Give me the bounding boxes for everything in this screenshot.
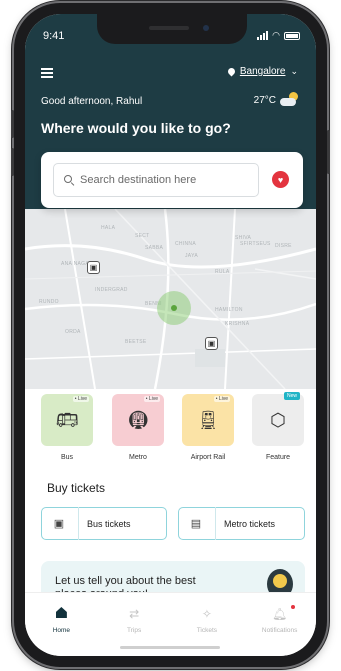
- trips-icon: ⇄: [129, 607, 140, 621]
- home-icon: [33, 607, 89, 621]
- current-location-marker: [157, 291, 191, 325]
- volume-up-button: [11, 110, 14, 138]
- metro-tickets-button[interactable]: ▤ Metro tickets: [178, 507, 305, 540]
- metro-tickets-label: Metro tickets: [224, 518, 276, 529]
- location-pin-icon: [226, 66, 237, 77]
- map-label: SABBA: [145, 245, 164, 251]
- mode-metro[interactable]: • Live 🚇︎ Metro: [112, 394, 164, 461]
- map-label: RULA: [215, 269, 230, 275]
- mode-tile: New ⬡: [252, 392, 304, 446]
- bus-tickets-button[interactable]: ▣ Bus tickets: [41, 507, 167, 540]
- map-label: INDERGRAD: [95, 287, 128, 293]
- mode-bus[interactable]: • Live 🚌︎ Bus: [41, 394, 93, 461]
- volume-down-button: [11, 148, 14, 176]
- feature-box-icon: ⬡: [270, 409, 286, 430]
- chevron-down-icon: ⌄: [290, 66, 298, 76]
- tickets-icon: ✧: [201, 607, 212, 621]
- map-view[interactable]: HALA SECT CHINNA SHIVA SFIRTSEUS SABBA J…: [25, 209, 316, 389]
- map-label: BEETSE: [125, 339, 147, 345]
- map-label: HALA: [101, 225, 116, 231]
- speaker-grille: [149, 26, 189, 30]
- live-badge: • Live: [143, 396, 160, 402]
- live-badge: • Live: [213, 396, 230, 402]
- mode-label: Metro: [129, 454, 147, 461]
- tab-label: Trips: [127, 627, 142, 634]
- power-button: [327, 130, 330, 174]
- live-badge: • Live: [72, 396, 89, 402]
- temperature: 27°C: [253, 94, 276, 106]
- map-label: SECT: [135, 233, 150, 239]
- bus-stop-marker[interactable]: ▣: [205, 337, 218, 350]
- mode-feature[interactable]: New ⬡ Feature: [252, 392, 304, 461]
- bus-stop-marker[interactable]: ▣: [87, 261, 100, 274]
- map-label: JAYA: [185, 253, 198, 259]
- greeting-text: Good afternoon, Rahul: [41, 96, 143, 107]
- search-box[interactable]: [53, 163, 259, 197]
- favorites-heart-icon[interactable]: ♥: [272, 171, 289, 188]
- mode-label: Airport Rail: [190, 454, 226, 461]
- mode-tile: • Live 🚆︎: [182, 394, 234, 446]
- metro-icon: 🚇︎: [126, 409, 150, 430]
- map-label: RUNDO: [39, 299, 59, 305]
- tab-label: Home: [52, 627, 71, 634]
- search-card: ♥: [41, 152, 303, 208]
- map-label: SFIRTSEUS: [240, 241, 271, 247]
- home-indicator: [120, 646, 220, 649]
- tab-home[interactable]: Home: [33, 607, 89, 656]
- status-icons: ◠: [257, 30, 300, 41]
- map-label: ORDA: [65, 329, 81, 335]
- page-headline: Where would you like to go?: [41, 120, 231, 136]
- bus-icon: ▣: [53, 518, 65, 530]
- search-input[interactable]: [80, 174, 250, 186]
- bus-icon: 🚌︎: [55, 409, 79, 430]
- map-label: KRISHNA: [225, 321, 250, 327]
- mode-airport-rail[interactable]: • Live 🚆︎ Airport Rail: [182, 394, 234, 461]
- tab-label: Tickets: [196, 627, 218, 634]
- phone-screen: 9:41 ◠ Bangalore ⌄ Good afternoon, Rahul…: [25, 14, 316, 656]
- map-label: DISRE: [275, 243, 292, 249]
- mode-label: Feature: [265, 454, 291, 461]
- mode-tile: • Live 🚇︎: [112, 394, 164, 446]
- weather-widget: 27°C: [253, 92, 298, 106]
- airport-rail-icon: 🚆︎: [196, 409, 220, 430]
- search-icon: [64, 175, 75, 187]
- new-badge: New: [283, 392, 300, 400]
- signal-icon: [257, 31, 269, 40]
- front-camera: [203, 25, 209, 31]
- battery-icon: [284, 31, 300, 40]
- mode-label: Bus: [60, 454, 74, 461]
- map-label: HAMILTON: [215, 307, 243, 313]
- location-selector[interactable]: Bangalore ⌄: [226, 66, 298, 77]
- bus-tickets-label: Bus tickets: [87, 518, 131, 529]
- notch: [97, 14, 247, 44]
- menu-icon[interactable]: [41, 68, 53, 78]
- location-name: Bangalore: [239, 66, 286, 77]
- metro-icon: ▤: [190, 518, 202, 530]
- wifi-icon: ◠: [272, 30, 280, 40]
- status-time: 9:41: [43, 30, 65, 42]
- tab-label: Notifications: [261, 627, 298, 634]
- notification-dot: [291, 605, 296, 609]
- tab-notifications[interactable]: 🔔︎ Notifications: [252, 605, 308, 656]
- bell-icon: 🔔︎: [252, 605, 308, 621]
- transport-modes: • Live 🚌︎ Bus • Live 🚇︎ Metro • Live 🚆︎ …: [25, 392, 316, 474]
- partly-cloudy-icon: [280, 92, 298, 106]
- buy-tickets-title: Buy tickets: [47, 481, 106, 495]
- mode-tile: • Live 🚌︎: [41, 394, 93, 446]
- map-label: CHINNA: [175, 241, 196, 247]
